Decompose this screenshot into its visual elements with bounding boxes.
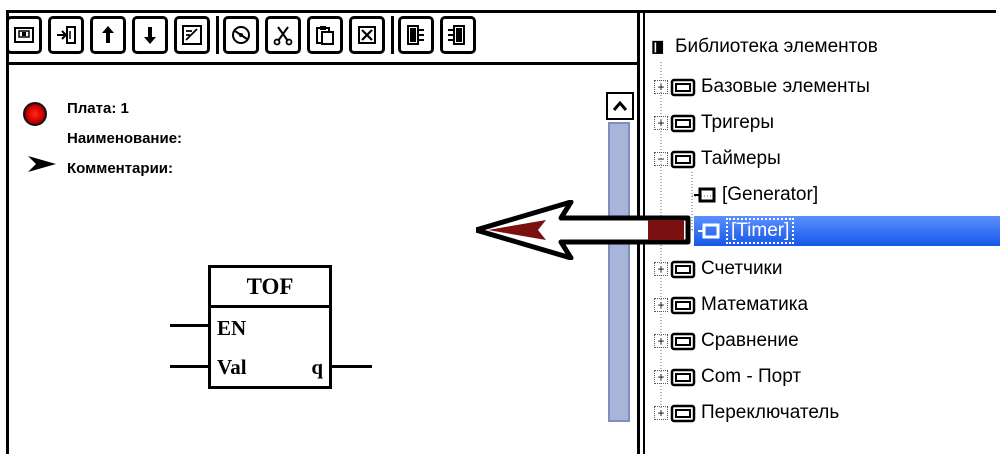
name-label: Наименование: bbox=[67, 130, 183, 147]
folder-icon bbox=[670, 78, 696, 97]
pointer-arrow-icon bbox=[28, 156, 56, 172]
scroll-thumb[interactable] bbox=[608, 122, 630, 422]
tree-item-label: [Timer] bbox=[726, 218, 795, 244]
folder-icon bbox=[670, 114, 696, 133]
align-right-icon[interactable] bbox=[440, 16, 476, 54]
edit-icon[interactable] bbox=[174, 16, 210, 54]
tree-item-timer[interactable]: [Timer] bbox=[694, 216, 1000, 246]
tree-item-label: Таймеры bbox=[701, 148, 781, 169]
comments-label: Комментарии: bbox=[67, 160, 174, 177]
folder-icon bbox=[670, 150, 696, 169]
expand-toggle-icon[interactable]: + bbox=[654, 370, 668, 384]
toolbar bbox=[6, 14, 482, 56]
tree-item-label: Базовые элементы bbox=[701, 76, 870, 97]
tree-item-label: Тригеры bbox=[701, 112, 775, 133]
tree-item-label: Математика bbox=[701, 294, 809, 315]
toolbar-separator bbox=[216, 16, 219, 54]
tree-item-generator[interactable]: [Generator] bbox=[694, 180, 818, 210]
expand-toggle-icon[interactable]: + bbox=[654, 116, 668, 130]
tree-item-base-elements[interactable]: + Базовые элементы bbox=[654, 72, 870, 102]
tree-root-label: Библиотека элементов bbox=[675, 36, 878, 57]
element-icon bbox=[694, 187, 716, 203]
expand-toggle-icon[interactable]: + bbox=[654, 262, 668, 276]
cut-icon[interactable] bbox=[265, 16, 301, 54]
tree-item-compare[interactable]: + Сравнение bbox=[654, 326, 799, 356]
pin-q: q bbox=[311, 355, 323, 379]
pin-val: Val bbox=[217, 355, 247, 379]
folder-icon bbox=[670, 332, 696, 351]
expand-toggle-icon[interactable]: + bbox=[654, 406, 668, 420]
tree-item-label: Сравнение bbox=[701, 330, 799, 351]
chevron-up-icon bbox=[612, 100, 628, 111]
disk-icon[interactable] bbox=[223, 16, 259, 54]
folder-icon bbox=[670, 368, 696, 387]
tree-item-com-port[interactable]: + Com - Порт bbox=[654, 362, 801, 392]
input-wire-val bbox=[170, 365, 210, 368]
folder-icon bbox=[670, 260, 696, 279]
expand-toggle-icon[interactable]: + bbox=[654, 298, 668, 312]
tree-item-label: Com - Порт bbox=[701, 366, 802, 387]
scroll-up-button[interactable] bbox=[606, 92, 634, 120]
tree-root[interactable]: Библиотека элементов bbox=[650, 32, 878, 62]
tree-item-label: Переключатель bbox=[701, 402, 840, 423]
move-up-icon[interactable] bbox=[90, 16, 126, 54]
expand-toggle-icon[interactable]: + bbox=[654, 80, 668, 94]
tree-item-math[interactable]: + Математика bbox=[654, 290, 808, 320]
align-left-icon[interactable] bbox=[398, 16, 434, 54]
toolbar-separator bbox=[391, 16, 394, 54]
pin-en: EN bbox=[217, 316, 247, 340]
expand-toggle-icon[interactable]: − bbox=[654, 152, 668, 166]
library-book-icon bbox=[652, 40, 664, 54]
element-icon bbox=[698, 223, 720, 239]
drag-arrow-icon bbox=[476, 200, 691, 260]
tree-item-timers[interactable]: − Таймеры bbox=[654, 144, 781, 174]
input-wire-en bbox=[170, 324, 210, 327]
status-indicator-icon bbox=[23, 102, 47, 126]
move-down-icon[interactable] bbox=[132, 16, 168, 54]
tree-item-triggers[interactable]: + Тригеры bbox=[654, 108, 774, 138]
output-wire-q bbox=[330, 365, 372, 368]
block-title: TOF bbox=[211, 268, 329, 308]
tof-block[interactable]: TOF EN Val q bbox=[208, 265, 332, 389]
board-label: Плата: 1 bbox=[67, 100, 129, 117]
paste-icon[interactable] bbox=[307, 16, 343, 54]
tree-item-switch[interactable]: + Переключатель bbox=[654, 398, 839, 428]
folder-icon bbox=[670, 404, 696, 423]
tree-item-label: Счетчики bbox=[701, 258, 783, 279]
vertical-scrollbar[interactable] bbox=[606, 92, 634, 452]
delete-icon[interactable] bbox=[349, 16, 385, 54]
save-icon[interactable] bbox=[6, 16, 42, 54]
folder-icon bbox=[670, 296, 696, 315]
toolbar-divider bbox=[9, 62, 637, 65]
expand-toggle-icon[interactable]: + bbox=[654, 334, 668, 348]
tree-item-label: [Generator] bbox=[722, 184, 819, 205]
insert-icon[interactable] bbox=[48, 16, 84, 54]
